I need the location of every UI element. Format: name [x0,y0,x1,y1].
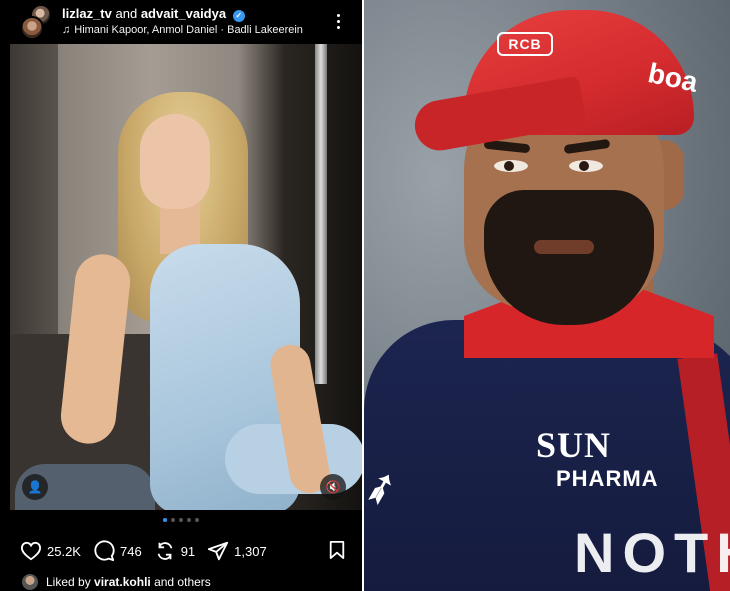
post-actions: 25.2K 746 91 1,307 [20,540,279,562]
muted-speaker-icon[interactable]: 🔇 [320,474,346,500]
cap-logo: RCB [497,32,553,56]
post-authors: lizlaz_tv and advait_vaidya ✓ [62,6,245,22]
avatar[interactable] [20,16,44,40]
user-tag-icon[interactable]: 👤 [22,474,48,500]
carousel-dot [179,518,183,522]
comment-icon [94,540,115,562]
carousel-dot [163,518,167,522]
share-button[interactable]: 1,307 [207,540,267,562]
repost-button[interactable]: 91 [154,540,195,562]
like-button[interactable]: 25.2K [20,541,81,561]
audio-track-link[interactable]: ♫ Himani Kapoor, Anmol Daniel · Badli Lak… [62,24,303,36]
collab-avatars[interactable] [20,4,56,40]
author-primary-link[interactable]: lizlaz_tv [62,6,112,21]
comment-button[interactable]: 746 [93,540,142,562]
jersey-sponsor-line1: SUN [536,425,612,465]
save-button[interactable] [328,540,346,565]
curtain-pole [315,44,327,384]
verified-badge-icon: ✓ [232,10,245,22]
liked-by-line[interactable]: Liked by virat.kohli and others [22,574,211,590]
eye [494,160,528,172]
repost-count: 91 [180,543,196,559]
jersey-sponsor-line2: PHARMA [556,466,659,491]
author-joiner: and [115,6,138,21]
instagram-post: lizlaz_tv and advait_vaidya ✓ ♫ Himani Ka… [0,0,362,591]
curtain [10,44,58,344]
liked-by-prefix: Liked by [46,575,91,589]
mouth [534,240,594,254]
avatar [22,574,38,590]
cricketer-photo: RCB boa ➶ SUN PHARMA NOTH [364,0,730,591]
author-secondary-link[interactable]: advait_vaidya [141,6,226,21]
carousel-indicator [0,518,362,522]
carousel-dot [195,518,199,522]
audio-track-label: Himani Kapoor, Anmol Daniel · Badli Lake… [74,24,303,36]
heart-icon [20,541,42,561]
post-header: lizlaz_tv and advait_vaidya ✓ ♫ Himani Ka… [0,0,362,44]
carousel-dot [187,518,191,522]
more-options-icon[interactable] [332,10,344,32]
share-count: 1,307 [234,543,267,559]
eye [569,160,603,172]
face [140,114,210,209]
music-note-icon: ♫ [62,24,71,36]
carousel-dot [171,518,175,522]
like-count: 25.2K [47,543,81,559]
liked-by-suffix: and others [154,575,211,589]
comment-count: 746 [119,543,142,559]
jersey-print-text: NOTH [574,521,730,584]
bookmark-icon [329,541,345,559]
send-icon [208,541,229,561]
repost-icon [157,542,173,560]
liked-by-user-link[interactable]: virat.kohli [94,575,151,589]
post-photo[interactable]: 👤 🔇 [10,44,362,510]
